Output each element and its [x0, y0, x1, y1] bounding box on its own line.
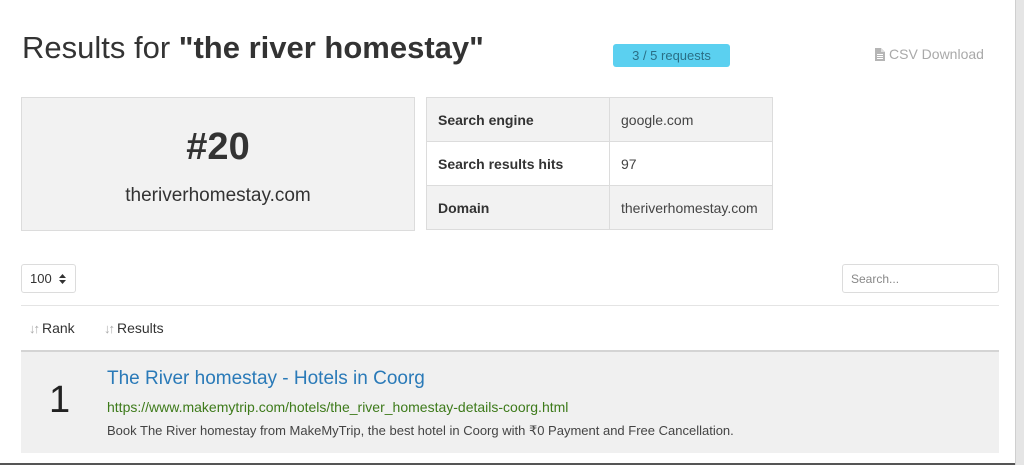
csv-download-label: CSV Download — [889, 46, 984, 62]
result-rank: 1 — [49, 379, 71, 421]
search-query: "the river homestay" — [178, 30, 484, 65]
info-row-search-engine: Search engine google.com — [426, 97, 773, 142]
info-row-domain: Domain theriverhomestay.com — [426, 185, 773, 230]
column-header-results[interactable]: ↓↑ Results — [104, 320, 164, 336]
result-url: https://www.makemytrip.com/hotels/the_ri… — [107, 399, 569, 415]
result-title-link[interactable]: The River homestay - Hotels in Coorg — [107, 368, 425, 390]
csv-download-link[interactable]: CSV Download — [874, 46, 984, 62]
info-table: Search engine google.com Search results … — [426, 97, 773, 230]
column-header-label: Results — [117, 320, 164, 336]
info-value: 97 — [609, 141, 773, 186]
info-value: theriverhomestay.com — [609, 185, 773, 230]
search-input[interactable] — [842, 264, 999, 293]
info-row-hits: Search results hits 97 — [426, 141, 773, 186]
scrollbar-track[interactable] — [1015, 0, 1024, 465]
page-size-value: 100 — [30, 271, 52, 286]
result-description: Book The River homestay from MakeMyTrip,… — [107, 423, 734, 438]
sort-icon: ↓↑ — [104, 320, 115, 336]
sort-caret-icon — [58, 273, 66, 284]
table-row: 1 The River homestay - Hotels in Coorg h… — [21, 352, 999, 453]
title-prefix: Results for — [22, 30, 179, 65]
rank-number: #20 — [186, 126, 250, 168]
rank-domain: theriverhomestay.com — [125, 185, 311, 206]
info-value: google.com — [609, 97, 773, 142]
sort-icon: ↓↑ — [29, 320, 40, 336]
file-icon — [875, 47, 885, 61]
rank-summary: #20 theriverhomestay.com — [21, 97, 415, 231]
requests-badge: 3 / 5 requests — [613, 44, 730, 67]
info-label: Search results hits — [426, 141, 610, 186]
column-header-label: Rank — [42, 320, 75, 336]
divider — [21, 305, 999, 306]
column-header-rank[interactable]: ↓↑ Rank — [29, 320, 75, 336]
page-size-select[interactable]: 100 — [21, 264, 76, 293]
info-label: Search engine — [426, 97, 610, 142]
info-label: Domain — [426, 185, 610, 230]
page-title: Results for "the river homestay" — [22, 30, 484, 66]
